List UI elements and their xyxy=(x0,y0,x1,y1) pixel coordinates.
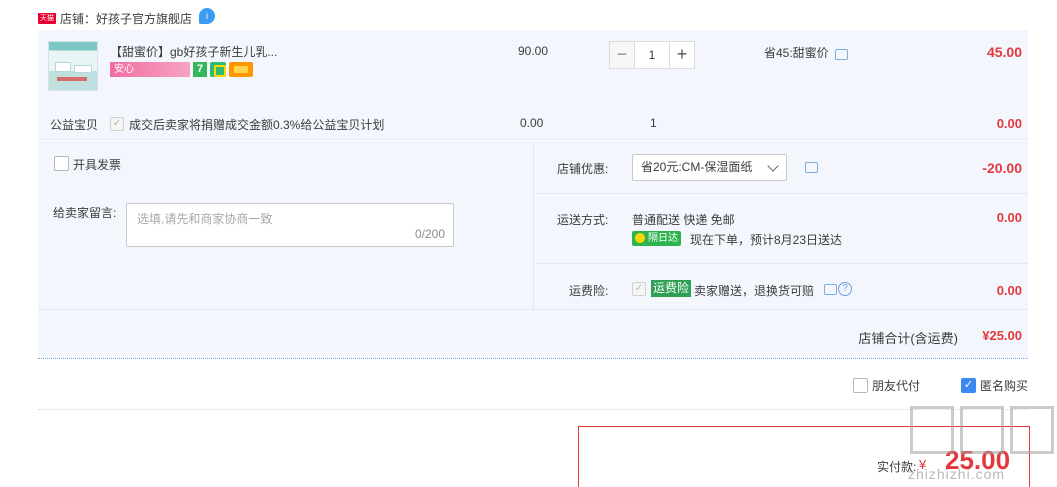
comment-icon[interactable] xyxy=(805,162,818,173)
order-item: 【甜蜜价】gb好孩子新生儿乳... 安心 7 90.00 − 1 + 省45:甜… xyxy=(38,30,1028,140)
shipping-label: 运送方式: xyxy=(557,213,609,227)
seven-day-return-icon[interactable]: 7 xyxy=(193,62,207,77)
shop-coupon-select[interactable]: 省20元:CM-保湿面纸 xyxy=(632,154,787,181)
item-subtotal: 45.00 xyxy=(986,44,1022,60)
invoice-checkbox[interactable] xyxy=(54,156,69,171)
insurance-label: 运费险: xyxy=(569,284,609,298)
next-day-badge: 隔日达 xyxy=(632,231,681,246)
friend-pay-checkbox[interactable] xyxy=(853,377,868,393)
quantity-input[interactable]: 1 xyxy=(635,41,669,69)
seller-message-label: 给卖家留言: xyxy=(53,206,117,220)
unit-price: 90.00 xyxy=(518,44,549,58)
discount-text: 省45:甜蜜价 xyxy=(764,46,829,60)
decrease-quantity-button[interactable]: − xyxy=(609,41,635,69)
tmall-icon: 天猫 xyxy=(38,12,56,24)
shop-total-label: 店铺合计(含运费) xyxy=(858,331,958,346)
shop-total-row: 店铺合计(含运费) ¥25.00 xyxy=(38,309,1028,359)
comment-icon[interactable] xyxy=(824,284,837,295)
charity-checkbox[interactable]: ✓ xyxy=(110,117,124,131)
friend-pay-label[interactable]: 朋友代付 xyxy=(872,377,920,394)
comment-icon[interactable] xyxy=(834,49,848,60)
promo-tag: 安心 xyxy=(110,62,190,77)
divider xyxy=(535,263,1028,264)
shop-coupon-label: 店铺优惠: xyxy=(557,162,609,176)
delivery-eta: 现在下单，预计8月23日送达 xyxy=(690,233,843,247)
chat-icon[interactable]: i xyxy=(199,8,216,24)
anonymous-option[interactable]: ✓ 匿名购买 xyxy=(961,376,1028,394)
watermark-text: zhizhizhi.com xyxy=(908,466,1006,482)
thumbnail-detail xyxy=(74,65,92,73)
options-right-panel: 店铺优惠: 省20元:CM-保湿面纸 -20.00 运送方式: 普通配送 快递 … xyxy=(535,141,1028,309)
divider xyxy=(38,409,1028,410)
shipping-method: 普通配送 快递 免邮 xyxy=(632,213,735,227)
insurance-checkbox[interactable]: ✓ xyxy=(632,282,646,296)
shop-name-link[interactable]: 店铺：好孩子官方旗舰店 xyxy=(60,10,192,27)
insurance-badge: 运费险 xyxy=(651,280,692,297)
divider xyxy=(535,193,1028,194)
shipping-amount: 0.00 xyxy=(996,210,1022,225)
watermark-logo-icon xyxy=(910,406,954,454)
insurance-amount: 0.00 xyxy=(996,283,1022,298)
charity-price: 0.00 xyxy=(520,116,544,130)
message-char-count: 0/200 xyxy=(414,227,445,241)
increase-quantity-button[interactable]: + xyxy=(669,41,695,69)
guarantee-icon[interactable] xyxy=(210,62,226,77)
anonymous-checkbox[interactable]: ✓ xyxy=(961,377,976,393)
seller-message-input[interactable] xyxy=(127,204,453,246)
quantity-stepper: − 1 + xyxy=(609,41,695,69)
chevron-down-icon xyxy=(767,160,779,172)
product-title-link[interactable]: 【甜蜜价】gb好孩子新生儿乳... xyxy=(110,43,277,60)
charity-quantity: 1 xyxy=(650,116,657,130)
shop-header: 天猫 店铺：好孩子官方旗舰店 i xyxy=(38,8,216,28)
watermark-logo-icon xyxy=(1010,406,1054,454)
product-tags: 安心 7 xyxy=(110,62,253,77)
options-left-panel: 开具发票 给卖家留言: 0/200 xyxy=(38,141,534,309)
charity-subtotal: 0.00 xyxy=(996,116,1022,131)
charity-label: 公益宝贝 xyxy=(50,118,99,132)
insurance-text: 卖家赠送，退换货可赔 xyxy=(694,284,815,298)
order-options: 开具发票 给卖家留言: 0/200 店铺优惠: 省20元:CM-保湿面纸 -20… xyxy=(38,141,1028,359)
watermark-logo-icon xyxy=(960,406,1004,454)
help-icon[interactable]: ? xyxy=(838,282,852,296)
anonymous-label[interactable]: 匿名购买 xyxy=(980,377,1028,394)
shop-coupon-amount: -20.00 xyxy=(982,160,1022,176)
credit-card-icon[interactable] xyxy=(229,62,253,77)
thumbnail-detail xyxy=(57,77,87,81)
discount-info: 省45:甜蜜价 xyxy=(764,44,848,61)
product-thumbnail[interactable] xyxy=(48,41,98,91)
shop-total-value: ¥25.00 xyxy=(982,328,1022,343)
seller-message-box: 0/200 xyxy=(126,203,454,247)
friend-pay-option[interactable]: 朋友代付 xyxy=(853,376,920,394)
thumbnail-detail xyxy=(55,62,71,72)
shop-coupon-value: 省20元:CM-保湿面纸 xyxy=(641,160,753,174)
invoice-label[interactable]: 开具发票 xyxy=(73,156,121,173)
watermark: zhizhizhi.com xyxy=(908,406,1057,487)
charity-text: 成交后卖家将捐赠成交金额0.3%给公益宝贝计划 xyxy=(129,118,385,132)
